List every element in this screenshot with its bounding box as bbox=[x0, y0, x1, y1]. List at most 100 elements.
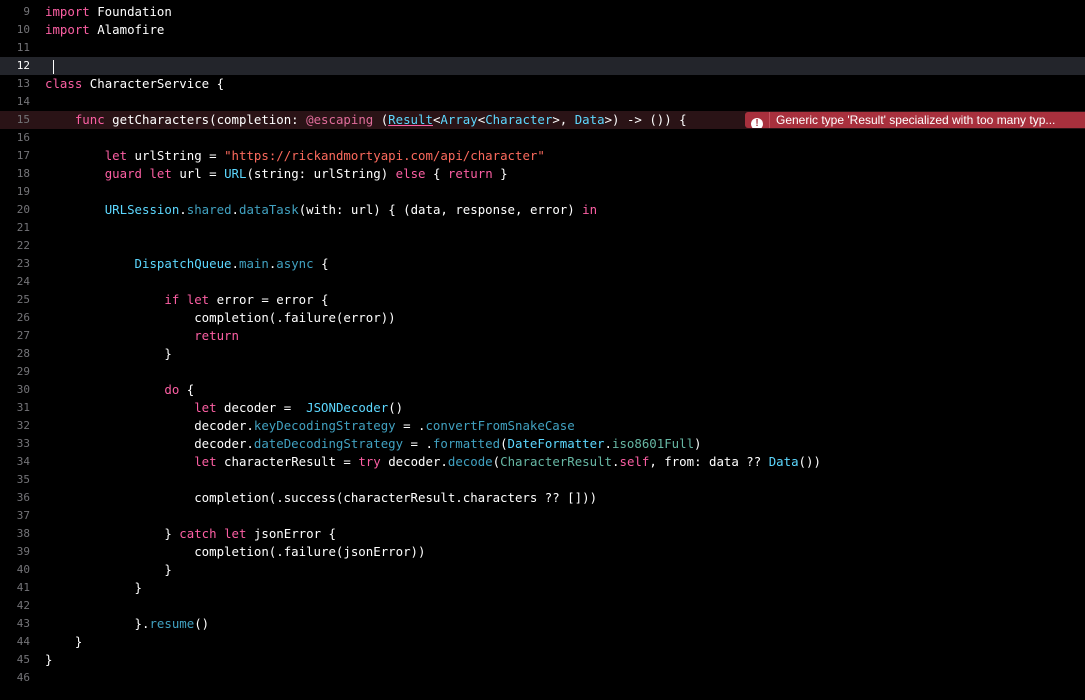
error-banner[interactable]: ! Generic type 'Result' specialized with … bbox=[745, 112, 1085, 128]
code-line[interactable]: 11 bbox=[0, 39, 1085, 57]
code-line[interactable]: 25 if let error = error { bbox=[0, 291, 1085, 309]
code-text[interactable]: completion(.failure(error)) bbox=[45, 309, 395, 327]
line-number: 9 bbox=[23, 5, 30, 18]
code-line[interactable]: 42 bbox=[0, 597, 1085, 615]
code-line[interactable]: 18 guard let url = URL(string: urlString… bbox=[0, 165, 1085, 183]
code-text[interactable]: completion(.failure(jsonError)) bbox=[45, 543, 425, 561]
code-text[interactable]: let decoder = JSONDecoder() bbox=[45, 399, 403, 417]
code-line[interactable]: 45} bbox=[0, 651, 1085, 669]
code-line[interactable]: 46 bbox=[0, 669, 1085, 687]
line-number: 37 bbox=[16, 509, 30, 522]
code-token: "https://rickandmortyapi.com/api/charact… bbox=[224, 148, 545, 163]
code-line[interactable]: 13 class CharacterService { bbox=[0, 75, 1085, 93]
code-token: formatted bbox=[432, 436, 501, 451]
code-line[interactable]: 23 DispatchQueue.main.async { bbox=[0, 255, 1085, 273]
code-line[interactable]: 19 bbox=[0, 183, 1085, 201]
line-number: 32 bbox=[16, 419, 30, 432]
code-line[interactable]: 39 completion(.failure(jsonError)) bbox=[0, 543, 1085, 561]
code-token: let bbox=[194, 400, 217, 415]
code-line[interactable]: 10 import Alamofire bbox=[0, 21, 1085, 39]
line-number: 41 bbox=[16, 581, 30, 594]
line-number: 45 bbox=[16, 653, 30, 666]
code-text[interactable]: import Alamofire bbox=[45, 21, 164, 39]
code-token: resume bbox=[149, 616, 195, 631]
code-line[interactable]: 16 bbox=[0, 129, 1085, 147]
code-token: main bbox=[238, 256, 269, 271]
code-text[interactable]: URLSession.shared.dataTask(with: url) { … bbox=[45, 201, 597, 219]
code-text[interactable]: func getCharacters(completion: @escaping… bbox=[45, 111, 687, 129]
code-line[interactable]: 33 decoder.dateDecodingStrategy = .forma… bbox=[0, 435, 1085, 453]
code-line[interactable]: 12 bbox=[0, 57, 1085, 75]
code-line[interactable]: 22 bbox=[0, 237, 1085, 255]
code-token: ( bbox=[500, 436, 508, 451]
code-text[interactable]: } bbox=[45, 633, 82, 651]
code-token: } bbox=[45, 346, 172, 361]
code-token: CharacterResult bbox=[500, 454, 613, 469]
code-text[interactable]: do { bbox=[45, 381, 194, 399]
code-text[interactable]: let characterResult = try decoder.decode… bbox=[45, 453, 821, 471]
code-text[interactable]: completion(.success(characterResult.char… bbox=[45, 489, 597, 507]
code-line[interactable]: 28 } bbox=[0, 345, 1085, 363]
code-line[interactable]: 36 completion(.success(characterResult.c… bbox=[0, 489, 1085, 507]
code-line[interactable]: 26 completion(.failure(error)) bbox=[0, 309, 1085, 327]
code-line[interactable]: 43 }.resume() bbox=[0, 615, 1085, 633]
code-line[interactable]: 37 bbox=[0, 507, 1085, 525]
code-line[interactable]: 35 bbox=[0, 471, 1085, 489]
code-token: Foundation bbox=[89, 4, 172, 19]
code-token: error = error { bbox=[209, 292, 329, 307]
code-token: (string: urlString) bbox=[246, 166, 396, 181]
code-text[interactable]: if let error = error { bbox=[45, 291, 329, 309]
line-number: 31 bbox=[16, 401, 30, 414]
code-text[interactable]: return bbox=[45, 327, 239, 345]
error-icon: ! bbox=[751, 118, 763, 128]
code-text[interactable]: } bbox=[45, 579, 142, 597]
code-token: }. bbox=[45, 616, 150, 631]
code-line[interactable]: 9 import Foundation bbox=[0, 3, 1085, 21]
code-editor[interactable]: 9 import Foundation 10 import Alamofire 11 12… bbox=[0, 0, 1085, 700]
code-line[interactable]: 17 let urlString = "https://rickandmorty… bbox=[0, 147, 1085, 165]
code-line[interactable]: 20 URLSession.shared.dataTask(with: url)… bbox=[0, 201, 1085, 219]
code-line[interactable]: 29 bbox=[0, 363, 1085, 381]
code-token: Result bbox=[388, 112, 433, 127]
code-line[interactable]: 21 bbox=[0, 219, 1085, 237]
code-line[interactable]: 24 bbox=[0, 273, 1085, 291]
code-text[interactable]: decoder.keyDecodingStrategy = .convertFr… bbox=[45, 417, 574, 435]
code-text[interactable]: let urlString = "https://rickandmortyapi… bbox=[45, 147, 545, 165]
code-line[interactable]: 38 } catch let jsonError { bbox=[0, 525, 1085, 543]
code-line[interactable]: 27 return bbox=[0, 327, 1085, 345]
code-line[interactable]: 14 bbox=[0, 93, 1085, 111]
code-line[interactable]: 31 let decoder = JSONDecoder() bbox=[0, 399, 1085, 417]
code-text[interactable]: class CharacterService { bbox=[45, 75, 224, 93]
code-line[interactable]: 41 } bbox=[0, 579, 1085, 597]
code-line[interactable]: 34 let characterResult = try decoder.dec… bbox=[0, 453, 1085, 471]
code-token: completion(.failure(jsonError)) bbox=[45, 544, 426, 559]
line-number: 38 bbox=[16, 527, 30, 540]
code-token: let bbox=[104, 148, 128, 163]
line-number: 13 bbox=[16, 77, 30, 90]
code-text[interactable]: decoder.dateDecodingStrategy = .formatte… bbox=[45, 435, 701, 453]
code-line[interactable]: 32 decoder.keyDecodingStrategy = .conver… bbox=[0, 417, 1085, 435]
code-text[interactable]: } bbox=[45, 345, 172, 363]
code-token: catch bbox=[179, 526, 217, 541]
code-line[interactable]: 15 func getCharacters(completion: @escap… bbox=[0, 111, 1085, 129]
line-number: 10 bbox=[16, 23, 30, 36]
code-text[interactable]: guard let url = URL(string: urlString) e… bbox=[45, 165, 508, 183]
line-number: 42 bbox=[16, 599, 30, 612]
code-text[interactable]: } bbox=[45, 651, 52, 669]
code-text[interactable]: } catch let jsonError { bbox=[45, 525, 336, 543]
code-text[interactable]: DispatchQueue.main.async { bbox=[45, 255, 329, 273]
error-divider bbox=[769, 112, 770, 128]
code-line[interactable]: 30 do { bbox=[0, 381, 1085, 399]
code-token: decoder. bbox=[380, 454, 448, 469]
code-text[interactable]: }.resume() bbox=[45, 615, 210, 633]
code-text[interactable]: } bbox=[45, 561, 171, 579]
code-line[interactable]: 44 } bbox=[0, 633, 1085, 651]
code-line[interactable]: 40 } bbox=[0, 561, 1085, 579]
code-text[interactable] bbox=[45, 57, 54, 75]
code-token: iso8601Full bbox=[611, 436, 695, 451]
code-text[interactable]: import Foundation bbox=[45, 3, 172, 21]
code-token: func bbox=[74, 112, 105, 127]
